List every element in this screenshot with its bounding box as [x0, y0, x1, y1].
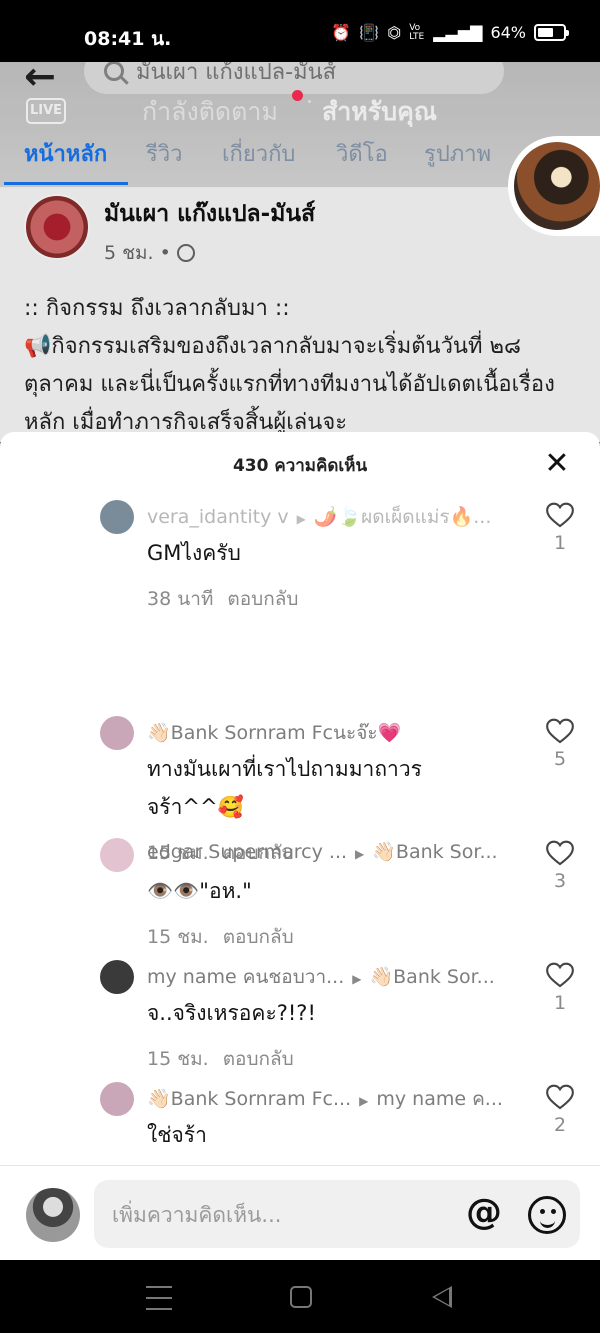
nav-tab-reviews[interactable]: รีวิว [146, 136, 183, 171]
search-box[interactable]: มันเผา แก้งแปล-มันส์ [84, 62, 504, 94]
comments-sheet: 430 ความคิดเห็น ✕ vera_idantity v ▶ 🌶️🍃ผดเ… [0, 432, 600, 1260]
commenter-name[interactable]: my name คนชอบวา... ▶ 👋🏻Bank Sor... [147, 962, 507, 992]
comment-meta: 38 นาที ตอบกลับ [147, 584, 298, 614]
search-text: มันเผา แก้งแปล-มันส์ [136, 62, 337, 85]
wifi-icon: ⏣ [387, 23, 402, 42]
comment-text: ใช่จร้า [147, 1123, 207, 1147]
nav-tab-videos[interactable]: วิดีโอ [336, 136, 388, 171]
alarm-icon: ⏰ [331, 23, 352, 42]
comment-item: 🔥MOONZAZA🔥▶👋🏻Bank Sornra... [0, 432, 600, 1238]
volte-icon: Vo LTE [409, 22, 425, 42]
live-label: LIVE [26, 98, 66, 124]
notification-dot [292, 90, 303, 101]
comment-input-bar: @ [0, 1165, 600, 1260]
commenter-avatar[interactable] [100, 960, 134, 994]
commenter-name[interactable]: edgar Supermarcy ... ▶ 👋🏻Bank Sor... [147, 840, 507, 863]
active-tab-underline [4, 182, 128, 185]
comment-input-container[interactable]: @ [94, 1180, 580, 1248]
system-nav-bar [0, 1260, 600, 1333]
commenter-avatar[interactable] [100, 716, 134, 750]
battery-fill [538, 28, 554, 37]
like-heart-icon[interactable] [546, 962, 574, 988]
reply-to-username: 👋🏻Bank Sor... [372, 841, 498, 863]
tab-for-you[interactable]: สำหรับคุณ [322, 92, 437, 132]
nav-tab-photos[interactable]: รูปภาพ [424, 136, 491, 171]
comment-text: 👁️👁️"อห." [147, 879, 252, 903]
comment-time: 38 นาที [147, 588, 214, 610]
profile-avatar[interactable] [508, 136, 600, 236]
post-time: 5 ชม. • [104, 242, 171, 264]
commenter-avatar[interactable] [100, 1082, 134, 1116]
reply-arrow-icon: ▶ [359, 1094, 369, 1108]
comment-text: จ..จริงเหรอคะ?!?! [147, 1001, 316, 1025]
comment-input[interactable] [112, 1198, 452, 1232]
my-avatar [26, 1188, 80, 1242]
page-avatar[interactable] [24, 194, 90, 260]
status-time: 08:41 น. [84, 28, 172, 50]
like-heart-icon[interactable] [546, 1084, 574, 1110]
commenter-name[interactable]: 👋🏻Bank Sornram Fcนะจ๊ะ💗 [147, 718, 507, 748]
commenter-username: 👋🏻Bank Sornram Fc... [147, 1088, 352, 1110]
comment-time: 15 ชม. [147, 1048, 209, 1070]
like-count: 3 [553, 870, 567, 892]
battery-icon [534, 24, 569, 41]
tab-following[interactable]: กำลังติดตาม [142, 92, 278, 132]
commenter-name[interactable]: 👋🏻Bank Sornram Fc... ▶ my name ค... [147, 1084, 507, 1114]
like-count: 1 [553, 992, 567, 1014]
comment-time: 15 ชม. [147, 926, 209, 948]
post-meta: 5 ชม. • [104, 238, 195, 268]
background-page: ← มันเผา แก้งแปล-มันส์ LIVE กำลังติดตาม … [0, 62, 600, 442]
reply-arrow-icon: ▶ [352, 972, 362, 986]
mention-icon[interactable]: @ [464, 1194, 504, 1234]
emoji-icon[interactable] [528, 1196, 566, 1234]
reply-arrow-icon: ▶ [355, 847, 365, 861]
reply-to-username: my name ค... [376, 1088, 503, 1110]
nav-tab-about[interactable]: เกี่ยวกับ [222, 136, 295, 171]
commenter-avatar[interactable] [100, 838, 134, 872]
comment-meta: 15 ชม. ตอบกลับ [147, 922, 294, 952]
reply-button[interactable]: ตอบกลับ [227, 588, 298, 610]
battery-text: 64% [490, 23, 526, 42]
globe-icon [176, 244, 195, 262]
reply-button[interactable]: ตอบกลับ [223, 1048, 294, 1070]
post-page-name[interactable]: มันเผา แก๊งแปล-มันส์ [104, 196, 315, 232]
back-icon[interactable] [432, 1286, 452, 1308]
signal-icon: ▂▃▅▇ [433, 23, 483, 42]
search-icon [104, 62, 124, 81]
status-icons: ⏰ 📳 ⏣ Vo LTE ▂▃▅▇ 64% [331, 22, 569, 42]
nav-tab-home[interactable]: หน้าหลัก [24, 136, 107, 171]
vibrate-icon: 📳 [359, 23, 380, 42]
like-heart-icon[interactable] [546, 718, 574, 744]
like-count: 5 [553, 748, 567, 770]
reply-to-username: 👋🏻Bank Sor... [369, 966, 495, 988]
comment-meta: 15 ชม. ตอบกลับ [147, 1044, 294, 1074]
status-bar: 08:41 น. ⏰ 📳 ⏣ Vo LTE ▂▃▅▇ 64% [0, 0, 600, 62]
commenter-username: my name คนชอบวา... [147, 966, 345, 988]
profile-avatar-image [514, 142, 600, 230]
live-icon[interactable]: LIVE [26, 88, 66, 128]
commenter-username: 👋🏻Bank Sornram Fcนะจ๊ะ💗 [147, 722, 402, 744]
commenter-username: edgar Supermarcy ... [147, 841, 348, 863]
recent-apps-icon[interactable] [146, 1286, 172, 1310]
comment-text: ทางมันเผาที่เราไปถามมาถาวร จร้า^^🥰 [147, 757, 422, 819]
like-heart-icon[interactable] [546, 840, 574, 866]
like-count: 2 [553, 1114, 567, 1136]
post-text: :: กิจกรรม ถึงเวลากลับมา :: 📢กิจกรรมเสริ… [24, 296, 555, 435]
home-icon[interactable] [290, 1286, 312, 1308]
tab-separator [308, 100, 311, 103]
reply-button[interactable]: ตอบกลับ [223, 926, 294, 948]
